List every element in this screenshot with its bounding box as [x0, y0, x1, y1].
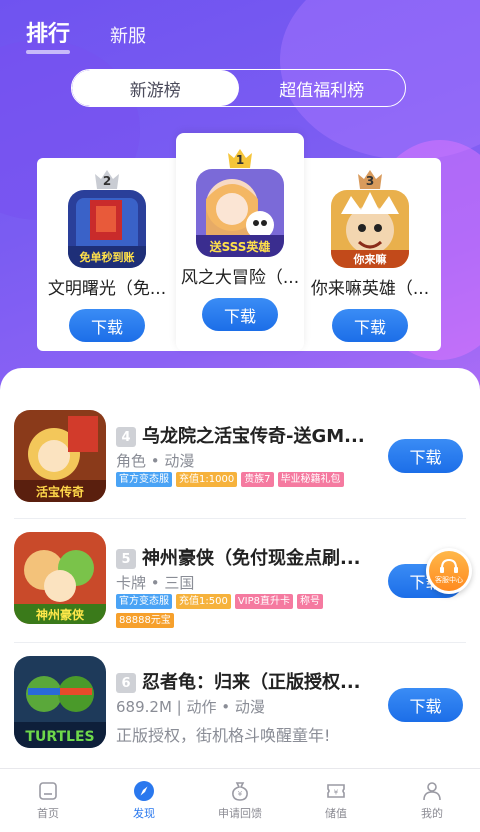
user-icon [423, 782, 441, 801]
nav-label: 首页 [37, 807, 59, 820]
nav-feedback[interactable]: ¥ 申请回馈 [192, 769, 288, 832]
svg-text:¥: ¥ [334, 789, 339, 797]
game-icon[interactable]: 免单秒到账 [68, 190, 146, 268]
download-button[interactable]: 下载 [69, 309, 145, 342]
game-icon[interactable]: 活宝传奇 [14, 410, 106, 502]
list-item[interactable]: 神州豪侠 5 神州豪侠（免付现金点刷... 卡牌 • 三国 官方变态服 充值1:5… [0, 520, 480, 640]
game-title[interactable]: 6 忍者龟：归来（正版授权... [116, 668, 368, 694]
game-title-text: 忍者龟：归来（正版授权... [142, 672, 361, 693]
tab-ranking[interactable]: 排行 [26, 16, 71, 54]
game-title-text: 神州豪侠（免付现金点刷... [142, 548, 361, 569]
tag: VIP8直升卡 [234, 594, 294, 609]
segment-new-games[interactable]: 新游榜 [72, 70, 239, 106]
svg-text:送SSS英雄: 送SSS英雄 [209, 239, 271, 254]
game-title[interactable]: 5 神州豪侠（免付现金点刷... [116, 544, 368, 570]
tag: 官方变态服 [116, 594, 172, 609]
ticket-icon: ¥ [327, 784, 345, 798]
silver-crown-icon: 2 [94, 168, 120, 190]
download-button[interactable]: 下载 [388, 439, 463, 473]
customer-service-button[interactable]: 客服中心 [426, 548, 472, 594]
compass-icon [134, 781, 154, 801]
bottom-nav: 首页 发现 ¥ 申请回馈 ¥ 储值 我的 [0, 768, 480, 832]
nav-label: 申请回馈 [218, 807, 262, 820]
svg-text:免单秒到账: 免单秒到账 [80, 250, 135, 264]
podium-item-1[interactable]: 1 送SSS英雄 风之大冒险（... 下载 [175, 147, 305, 331]
tag-list: 官方变态服 充值1:1000 贵族7 毕业秘籍礼包 [116, 472, 366, 487]
game-icon[interactable]: TURTLES [14, 656, 106, 748]
tag: 官方变态服 [116, 472, 172, 487]
rank-badge: 5 [116, 549, 136, 569]
moneybag-icon: ¥ [232, 782, 248, 801]
game-icon[interactable]: 送SSS英雄 [196, 169, 284, 257]
nav-recharge[interactable]: ¥ 储值 [288, 769, 384, 832]
tag: 充值1:500 [176, 594, 231, 609]
nav-label: 我的 [421, 807, 443, 820]
tag: 毕业秘籍礼包 [277, 472, 344, 487]
list-item[interactable]: 活宝传奇 4 乌龙院之活宝传奇-送GM... 角色 • 动漫 官方变态服 充值1:… [0, 398, 480, 518]
game-icon[interactable]: 你来嘛 [331, 190, 409, 268]
top-tabs: 排行 新服 [26, 16, 146, 54]
podium-item-2[interactable]: 2 免单秒到账 文明曙光（免... 下载 [42, 168, 172, 342]
gold-crown-icon: 1 [227, 147, 253, 169]
nav-label: 储值 [325, 807, 347, 820]
download-button[interactable]: 下载 [332, 309, 408, 342]
game-name[interactable]: 文明曙光（免... [44, 274, 170, 299]
divider [14, 642, 466, 643]
game-list: 活宝传奇 4 乌龙院之活宝传奇-送GM... 角色 • 动漫 官方变态服 充值1:… [0, 368, 480, 768]
game-name[interactable]: 你来嘛英雄（... [307, 274, 433, 299]
svg-text:神州豪侠: 神州豪侠 [36, 607, 85, 622]
download-button[interactable]: 下载 [388, 688, 463, 722]
game-title[interactable]: 4 乌龙院之活宝传奇-送GM... [116, 422, 368, 448]
svg-text:活宝传奇: 活宝传奇 [36, 484, 84, 499]
nav-home[interactable]: 首页 [0, 769, 96, 832]
nav-profile[interactable]: 我的 [384, 769, 480, 832]
svg-text:¥: ¥ [238, 790, 243, 798]
game-category: 角色 • 动漫 [116, 452, 195, 470]
game-icon[interactable]: 神州豪侠 [14, 532, 106, 624]
podium-item-3[interactable]: 3 你来嘛 你来嘛英雄（... 下载 [305, 168, 435, 342]
game-meta: 689.2M | 动作 • 动漫 [116, 698, 265, 716]
divider [14, 518, 466, 519]
game-description: 正版授权，街机格斗唤醒童年! [116, 726, 331, 745]
home-icon [39, 782, 57, 800]
rank-badge: 4 [116, 427, 136, 447]
game-category: 卡牌 • 三国 [116, 574, 195, 592]
nav-label: 发现 [133, 807, 155, 820]
tab-new-server[interactable]: 新服 [110, 22, 146, 48]
game-title-text: 乌龙院之活宝传奇-送GM... [142, 426, 365, 447]
tag: 称号 [297, 594, 324, 609]
tag: 贵族7 [241, 472, 274, 487]
tag-list: 官方变态服 充值1:500 VIP8直升卡 称号 88888元宝 [116, 594, 366, 628]
ranking-segment: 新游榜 超值福利榜 [71, 69, 406, 107]
segment-welfare[interactable]: 超值福利榜 [239, 70, 406, 106]
list-item[interactable]: TURTLES 6 忍者龟：归来（正版授权... 689.2M | 动作 • 动漫… [0, 644, 480, 764]
game-name[interactable]: 风之大冒险（... [177, 263, 303, 288]
tag: 88888元宝 [116, 613, 174, 628]
svg-text:TURTLES: TURTLES [25, 729, 94, 745]
customer-service-label: 客服中心 [435, 575, 463, 584]
rank-badge: 6 [116, 673, 136, 693]
download-button[interactable]: 下载 [202, 298, 278, 331]
tag: 充值1:1000 [176, 472, 238, 487]
svg-text:你来嘛: 你来嘛 [353, 252, 387, 266]
headset-icon: 客服中心 [429, 551, 469, 591]
bronze-crown-icon: 3 [357, 168, 383, 190]
nav-discover[interactable]: 发现 [96, 769, 192, 832]
